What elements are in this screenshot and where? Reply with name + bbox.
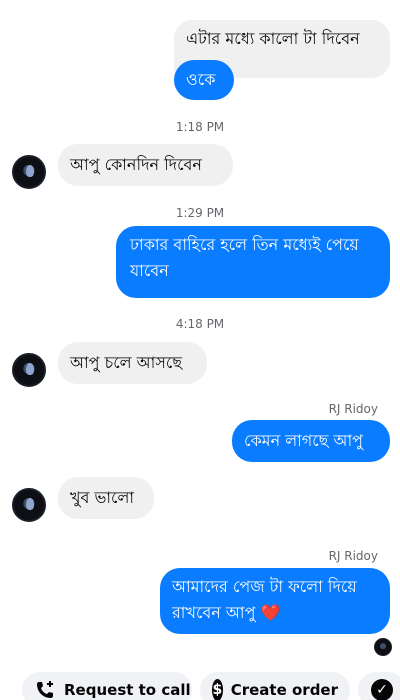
- timestamp: 1:18 PM: [175, 120, 225, 134]
- sender-name: RJ Ridoy: [328, 549, 378, 563]
- timestamp: 1:29 PM: [175, 206, 225, 220]
- request-to-call-button[interactable]: Request to call: [22, 672, 192, 700]
- create-order-button[interactable]: $ Create order: [200, 672, 350, 700]
- message-text: ওকে: [186, 70, 216, 89]
- message-bubble-incoming[interactable]: আপু চলে আসছে: [58, 342, 207, 384]
- message-bubble-incoming[interactable]: আপু কোনদিন দিবেন: [58, 144, 233, 186]
- message-text: আমাদের পেজ টা ফলো দিয়ে রাখবেন আপু ❤️: [172, 577, 357, 622]
- message-bubble-outgoing[interactable]: আমাদের পেজ টা ফলো দিয়ে রাখবেন আপু ❤️: [160, 568, 390, 634]
- message-text: ঢাকার বাহিরে হলে তিন মধ্যেই পেয়ে যাবেন: [130, 235, 359, 280]
- message-text: আপু চলে আসছে: [70, 353, 183, 372]
- request-to-call-label: Request to call: [64, 681, 191, 699]
- confirm-button[interactable]: ✓: [358, 672, 400, 700]
- message-bubble-outgoing[interactable]: কেমন লাগছে আপু: [232, 420, 390, 462]
- dollar-icon: $: [212, 679, 223, 700]
- seen-avatar: [374, 638, 392, 656]
- contact-avatar[interactable]: [12, 155, 46, 189]
- message-text: এটার মধ্যে কালো টা দিবেন: [186, 29, 360, 48]
- message-text: খুব ভালো: [70, 488, 135, 507]
- check-icon: ✓: [371, 679, 393, 700]
- message-bubble-incoming[interactable]: খুব ভালো: [58, 477, 154, 519]
- contact-avatar[interactable]: [12, 353, 46, 387]
- message-text: আপু কোনদিন দিবেন: [70, 155, 202, 174]
- sender-name: RJ Ridoy: [328, 402, 378, 416]
- create-order-label: Create order: [230, 681, 338, 699]
- message-text: কেমন লাগছে আপু: [244, 431, 363, 450]
- message-bubble[interactable]: ওকে: [174, 60, 234, 100]
- message-bubble-outgoing[interactable]: ঢাকার বাহিরে হলে তিন মধ্যেই পেয়ে যাবেন: [116, 226, 390, 298]
- timestamp: 4:18 PM: [175, 317, 225, 331]
- contact-avatar[interactable]: [12, 488, 46, 522]
- phone-plus-icon: [34, 679, 56, 700]
